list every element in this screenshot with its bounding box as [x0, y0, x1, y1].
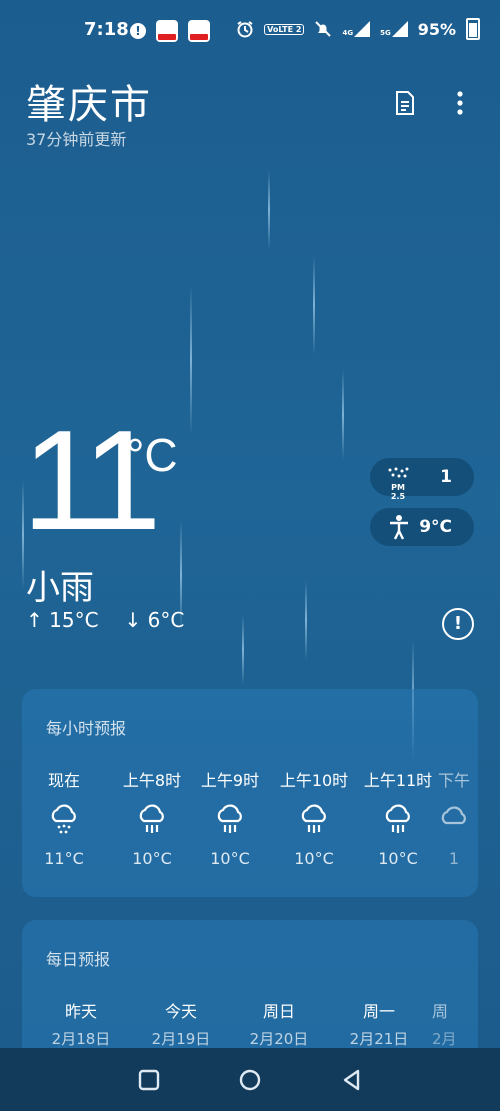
day-date: 2月18日: [51, 1030, 111, 1048]
high-low-temps: ↑ 15°C ↓ 6°C: [26, 608, 184, 632]
rain-streak: [268, 170, 270, 250]
day-item[interactable]: 周一 2月21日: [334, 998, 424, 1049]
daily-title: 每日预报: [46, 950, 111, 969]
hour-temp: 10°C: [294, 849, 334, 868]
day-label: 昨天: [64, 1002, 97, 1021]
day-item[interactable]: 今天 2月19日: [136, 998, 226, 1049]
rain-streak: [313, 255, 315, 355]
alert-icon: !: [130, 23, 146, 39]
volte-icon: VoLTE 2: [264, 23, 305, 35]
person-icon: [390, 515, 408, 540]
hour-temp: 1: [448, 849, 460, 868]
rain-streak: [305, 580, 307, 660]
hour-label: 上午10时: [279, 771, 349, 790]
hour-temp: 11°C: [44, 849, 84, 868]
more-vertical-icon: [457, 91, 463, 115]
rain-streak: [342, 370, 344, 460]
hour-item[interactable]: 上午10时 10°C: [272, 767, 356, 868]
alarm-icon: [237, 21, 253, 38]
cloud-icon: [441, 806, 466, 825]
rain-streak: [242, 615, 244, 685]
network-type-5g: 5G: [380, 29, 391, 37]
pm25-label: PM 2.5: [390, 483, 406, 501]
signal-icon: [354, 21, 371, 37]
day-item[interactable]: 周日 2月20日: [234, 998, 324, 1049]
day-label: 周日: [262, 1002, 295, 1021]
update-time: 37分钟前更新: [26, 130, 127, 149]
home-icon[interactable]: [238, 1068, 262, 1092]
city-list-button[interactable]: [390, 88, 420, 118]
rain-streak: [190, 285, 192, 435]
hour-label: 上午8时: [122, 771, 182, 790]
document-icon: [396, 91, 414, 115]
day-item[interactable]: 昨天 2月18日: [36, 998, 126, 1049]
pm25-pill[interactable]: PM 2.5 1: [370, 458, 474, 501]
info-icon[interactable]: !: [442, 608, 474, 640]
hour-item[interactable]: 下午 1: [424, 767, 478, 868]
feels-like-pill[interactable]: 9°C: [370, 508, 474, 546]
rain-heavy-icon: [51, 804, 76, 834]
daily-forecast-card[interactable]: 每日预报 昨天 2月18日 今天 2月19日 周日 2月20日 周一 2月21日…: [22, 920, 478, 1060]
hour-item[interactable]: 上午9时 10°C: [188, 767, 272, 868]
app-notification-icon: [188, 20, 210, 42]
feels-like-value: 9°C: [419, 517, 452, 537]
particles-icon: [388, 467, 409, 478]
status-bar: 7:18 ! VoLTE 2 4G 5G 95%: [0, 0, 500, 62]
day-date: 2月21日: [349, 1030, 409, 1048]
hour-label: 现在: [47, 771, 80, 790]
day-item[interactable]: 周 2月: [432, 998, 478, 1049]
rain-icon: [217, 804, 242, 833]
pm25-icon: PM 2.5: [384, 464, 412, 501]
rain-icon: [139, 804, 164, 833]
weather-condition: 小雨: [26, 568, 94, 608]
day-date: 2月: [432, 1030, 457, 1048]
hour-label: 下午: [437, 771, 470, 790]
bell-muted-icon: [315, 21, 332, 37]
temperature-unit: °C: [126, 429, 178, 481]
battery-icon: [466, 18, 480, 40]
day-date: 2月19日: [151, 1030, 211, 1048]
rain-icon: [385, 804, 410, 833]
pm25-value: 1: [440, 467, 452, 487]
signal-icon: [391, 21, 408, 37]
hour-item[interactable]: 现在 11°C: [22, 767, 106, 868]
recents-icon[interactable]: [137, 1068, 161, 1092]
rain-icon: [301, 804, 326, 833]
status-time: 7:18: [84, 19, 129, 40]
navigation-bar: [0, 1048, 500, 1111]
battery-percent: 95%: [417, 19, 456, 39]
hour-label: 上午9时: [200, 771, 260, 790]
hourly-title: 每小时预报: [46, 719, 127, 738]
hourly-forecast-card[interactable]: 每小时预报 现在 11°C 上午8时 10°C 上午9时 10°C 上午10时 …: [22, 689, 478, 897]
day-label: 周: [432, 1002, 449, 1021]
more-menu-button[interactable]: [445, 88, 475, 118]
network-type-4g: 4G: [342, 29, 354, 37]
back-icon[interactable]: [340, 1068, 364, 1092]
day-label: 周一: [362, 1002, 395, 1021]
hour-item[interactable]: 上午8时 10°C: [110, 767, 194, 868]
high-temp: ↑ 15°C: [26, 608, 99, 632]
day-date: 2月20日: [249, 1030, 309, 1048]
city-name[interactable]: 肇庆市: [26, 72, 152, 130]
day-label: 今天: [164, 1002, 197, 1021]
app-notification-icon: [156, 20, 178, 42]
low-temp: ↓ 6°C: [124, 608, 185, 632]
hour-temp: 10°C: [210, 849, 250, 868]
hour-temp: 10°C: [132, 849, 172, 868]
